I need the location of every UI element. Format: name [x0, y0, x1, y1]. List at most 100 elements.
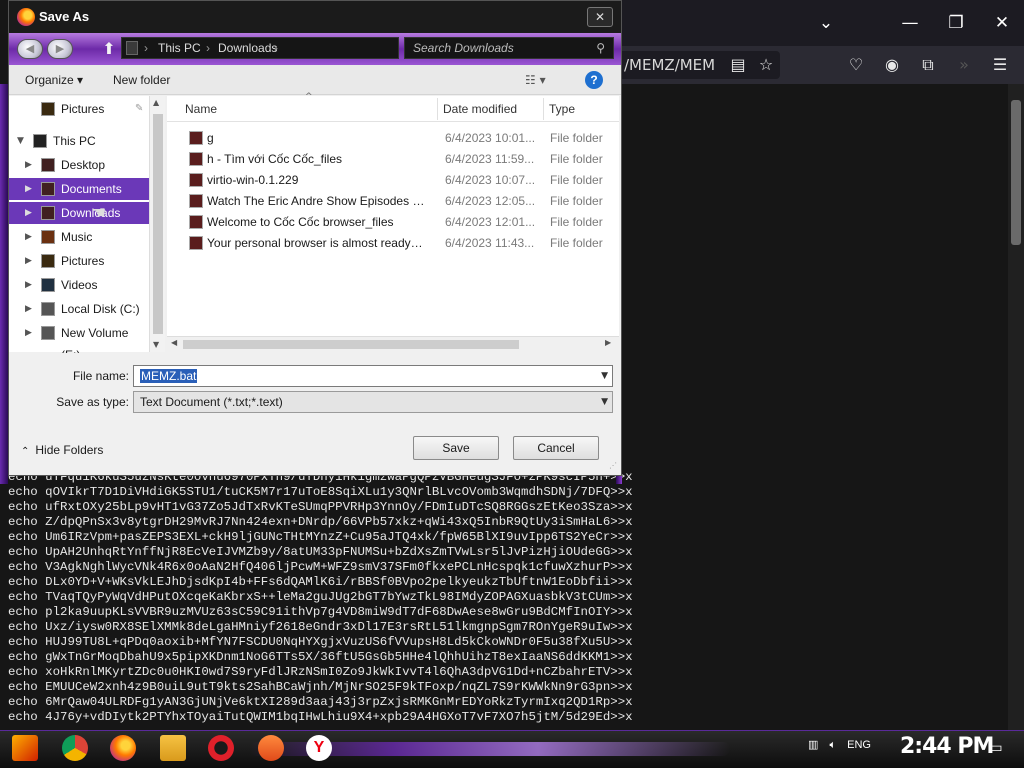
file-explorer-icon[interactable]: [160, 735, 186, 761]
file-row[interactable]: g 6/4/2023 10:01... File folder: [183, 128, 619, 149]
code-line: echo Uxz/iysw0RX8SElXMMk8deLgaHMniyf2618…: [8, 620, 633, 634]
file-date: 6/4/2023 12:01...: [445, 215, 536, 229]
theme-decoration: [0, 84, 8, 484]
file-date: 6/4/2023 11:59...: [445, 152, 535, 166]
code-line: echo EMUUCeW2xnh4z9B0uiL9utT9kts2SahBCaW…: [8, 680, 633, 694]
firefox-icon[interactable]: [110, 735, 136, 761]
breadcrumb[interactable]: › This PC › Downloads ›: [121, 37, 399, 59]
resize-grip-icon[interactable]: ⋰: [609, 461, 617, 470]
nav-item-pictures[interactable]: ▶ Pictures: [9, 250, 149, 272]
dialog-title: Save As: [39, 9, 90, 24]
file-date: 6/4/2023 10:01...: [445, 131, 536, 145]
file-row[interactable]: Watch The Eric Andre Show Episodes and C…: [183, 191, 619, 212]
help-button[interactable]: ?: [585, 71, 603, 89]
folder-icon: [189, 215, 203, 229]
file-type: File folder: [550, 131, 603, 145]
page-scrollbar-thumb[interactable]: [1011, 100, 1021, 245]
reader-icon[interactable]: ▤: [726, 53, 750, 77]
clock[interactable]: 2:44 PM: [900, 734, 994, 759]
file-row[interactable]: virtio-win-0.1.229 6/4/2023 10:07... Fil…: [183, 170, 619, 191]
back-button[interactable]: ◀: [17, 39, 43, 59]
nav-item-new-volume-e[interactable]: ▶ New Volume (E:): [9, 322, 149, 362]
dialog-titlebar[interactable]: Save As ✕: [9, 1, 621, 33]
save-as-dialog: Save As ✕ ◀ ▶ ⬆ › This PC › Downloads › …: [8, 0, 622, 476]
nav-item-local-disk-c[interactable]: ▶ Local Disk (C:): [9, 298, 149, 320]
account-icon[interactable]: ◉: [880, 53, 904, 77]
nav-item-pictures-pinned[interactable]: Pictures ✎: [9, 98, 149, 120]
yandex-icon[interactable]: Y: [306, 735, 332, 761]
column-date-modified[interactable]: Date modified: [443, 102, 517, 116]
nav-item-music[interactable]: ▶ Music: [9, 226, 149, 248]
column-type[interactable]: Type: [549, 102, 575, 116]
scroll-left-icon[interactable]: ◀: [171, 338, 177, 347]
file-type: File folder: [550, 173, 603, 187]
file-type: File folder: [550, 194, 603, 208]
scroll-right-icon[interactable]: ▶: [605, 338, 611, 347]
computer-icon: [33, 134, 47, 148]
file-type: File folder: [550, 215, 603, 229]
saveas-type-select[interactable]: Text Document (*.txt;*.text) ▼: [133, 391, 613, 413]
chevron-down-icon[interactable]: ▼: [601, 366, 608, 386]
breadcrumb-downloads[interactable]: Downloads: [218, 38, 277, 58]
chevron-down-icon: ▼: [17, 136, 24, 146]
code-line: echo Um6IRzVpm+pasZEPS3EXL+ckH9ljGUNcTHt…: [8, 530, 633, 544]
breadcrumb-this-pc[interactable]: This PC: [158, 38, 201, 58]
brave-icon[interactable]: [258, 735, 284, 761]
code-line: echo ufRxtOXy25bLp9vHT1vG37Zo5JdTxRvKTeS…: [8, 500, 633, 514]
scroll-up-icon[interactable]: ▲: [153, 98, 159, 107]
network-icon[interactable]: ▥: [808, 738, 818, 751]
save-button[interactable]: Save: [413, 436, 499, 460]
column-divider[interactable]: [543, 98, 544, 120]
nav-item-label: Documents: [61, 182, 122, 196]
restore-icon[interactable]: ❐: [944, 12, 968, 34]
file-row[interactable]: Welcome to Cốc Cốc browser_files 6/4/202…: [183, 212, 619, 233]
filename-input[interactable]: MEMZ.bat ▼: [133, 365, 613, 387]
saveas-type-value: Text Document (*.txt;*.text): [140, 395, 283, 409]
nav-item-documents[interactable]: ▶ Documents: [9, 178, 149, 200]
close-icon[interactable]: ✕: [990, 12, 1014, 34]
minimize-icon[interactable]: —: [898, 12, 922, 34]
horizontal-scrollbar[interactable]: ◀ ▶: [167, 336, 619, 352]
start-icon[interactable]: [12, 735, 38, 761]
scroll-down-icon[interactable]: ▼: [153, 340, 159, 349]
new-folder-button[interactable]: New folder: [113, 73, 170, 87]
organize-button[interactable]: Organize ▾: [25, 73, 83, 87]
nav-item-label: This PC: [53, 134, 96, 148]
pocket-icon[interactable]: ♡: [844, 53, 868, 77]
nav-scrollbar[interactable]: ▲ ▼: [149, 96, 165, 352]
language-indicator[interactable]: ENG: [847, 739, 871, 751]
nav-scrollbar-thumb[interactable]: [153, 114, 163, 334]
chevron-down-icon[interactable]: ⌄: [814, 12, 838, 34]
dialog-close-button[interactable]: ✕: [587, 7, 613, 27]
menu-icon[interactable]: ☰: [988, 53, 1012, 77]
chrome-icon[interactable]: [62, 735, 88, 761]
nav-item-desktop[interactable]: ▶ Desktop: [9, 154, 149, 176]
hide-folders-label: Hide Folders: [35, 443, 104, 457]
volume-icon[interactable]: 🔈︎: [829, 738, 836, 751]
chevron-up-icon: ⌃: [21, 446, 30, 457]
nav-item-this-pc[interactable]: ▼ This PC: [9, 130, 149, 152]
opera-icon[interactable]: [208, 735, 234, 761]
horizontal-scrollbar-thumb[interactable]: [183, 340, 519, 349]
search-input[interactable]: Search Downloads ⚲: [404, 37, 614, 59]
file-row[interactable]: Your personal browser is almost ready_fi…: [183, 233, 619, 254]
folder-icon: [41, 206, 55, 220]
code-line: echo xoHkRnlMKyrtZDc0u0HKI0wd7S9ryFdlJRz…: [8, 665, 633, 679]
column-divider[interactable]: [437, 98, 438, 120]
column-name[interactable]: Name: [185, 102, 217, 116]
view-options-icon[interactable]: ☷ ▾: [525, 73, 546, 87]
nav-item-videos[interactable]: ▶ Videos: [9, 274, 149, 296]
extensions-icon[interactable]: ⧉: [916, 53, 940, 77]
cancel-button[interactable]: Cancel: [513, 436, 599, 460]
bookmark-star-icon[interactable]: ☆: [754, 53, 778, 77]
up-arrow-icon[interactable]: ⬆: [99, 39, 119, 59]
file-type: File folder: [550, 236, 603, 250]
forward-button[interactable]: ▶: [47, 39, 73, 59]
nav-item-downloads[interactable]: ▶ Downloads ☚: [9, 202, 149, 224]
folder-icon: [41, 182, 55, 196]
file-row[interactable]: h - Tìm với Cốc Cốc_files 6/4/2023 11:59…: [183, 149, 619, 170]
overflow-icon[interactable]: »: [952, 53, 976, 77]
sort-up-icon: ^: [305, 92, 313, 102]
notification-icon[interactable]: ▭: [984, 740, 1008, 760]
hide-folders-button[interactable]: ⌃ Hide Folders: [21, 443, 103, 457]
